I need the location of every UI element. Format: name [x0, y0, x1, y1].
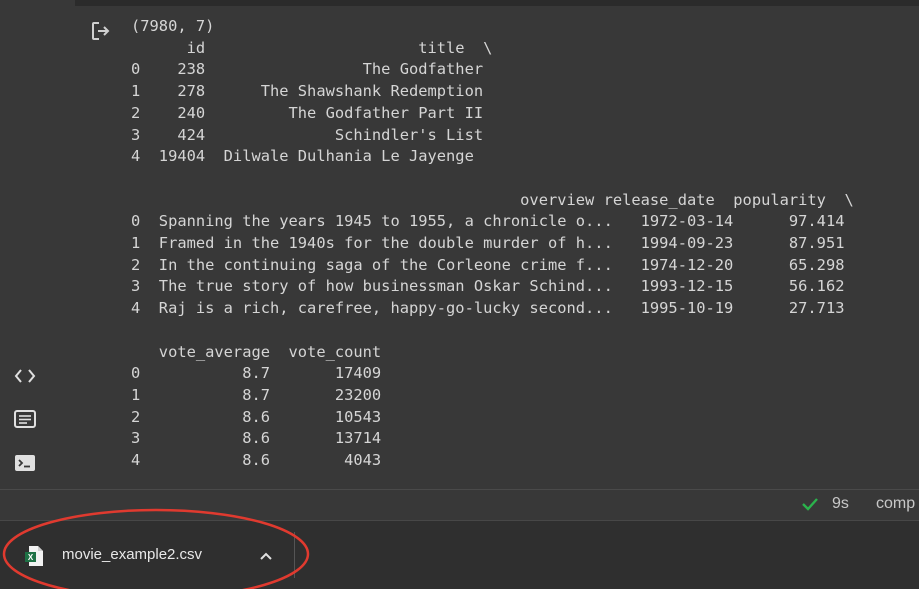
- terminal-icon[interactable]: [12, 452, 38, 474]
- output-line: 1 Framed in the 1940s for the double mur…: [131, 234, 845, 253]
- left-rail: [0, 0, 50, 490]
- execution-time: 9s: [832, 495, 849, 512]
- status-bar: [0, 490, 919, 520]
- output-line: 4 8.6 4043: [131, 451, 382, 470]
- output-line: 3 8.6 13714: [131, 429, 382, 448]
- output-line: 0 Spanning the years 1945 to 1955, a chr…: [131, 212, 845, 231]
- output-line: 4 Raj is a rich, carefree, happy-go-luck…: [131, 299, 845, 318]
- output-line: id title \: [131, 38, 493, 57]
- output-line: 2 8.6 10543: [131, 407, 382, 426]
- text-snippet-icon[interactable]: [12, 408, 38, 430]
- output-line: 0 238 The Godfather: [131, 60, 484, 79]
- svg-text:X: X: [28, 553, 34, 562]
- output-line: 4 19404 Dilwale Dulhania Le Jayenge: [131, 147, 474, 166]
- colab-window: (7980, 7) id title \ 0 238 The Godfather…: [0, 0, 919, 589]
- output-line: 2 240 The Godfather Part II: [131, 103, 484, 122]
- code-icon[interactable]: [12, 365, 38, 387]
- status-text[interactable]: comp: [876, 495, 915, 513]
- download-item-divider: [294, 532, 295, 578]
- output-redirect-icon[interactable]: [90, 20, 112, 42]
- output-line: 3 The true story of how businessman Oska…: [131, 277, 845, 296]
- output-line: vote_average vote_count: [131, 342, 382, 361]
- output-line: 2 In the continuing saga of the Corleone…: [131, 255, 845, 274]
- output-line: (7980, 7): [131, 17, 215, 35]
- output-line: 1 8.7 23200: [131, 385, 382, 404]
- output-line: 1 278 The Shawshank Redemption: [131, 82, 484, 101]
- output-line: 0 8.7 17409: [131, 364, 382, 383]
- output-line: overview release_date popularity \: [131, 190, 854, 209]
- chevron-up-icon[interactable]: [258, 548, 274, 564]
- excel-file-icon: X: [24, 545, 44, 567]
- check-icon: [800, 494, 820, 514]
- cell-output-text: (7980, 7) id title \ 0 238 The Godfather…: [131, 16, 854, 472]
- output-line: 3 424 Schindler's List: [131, 125, 484, 144]
- download-file-name[interactable]: movie_example2.csv: [62, 546, 202, 563]
